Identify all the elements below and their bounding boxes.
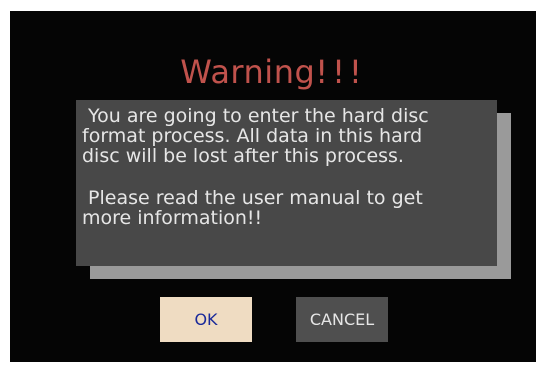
format-warning-message: You are going to enter the hard disc for… [82,105,429,167]
warning-screen: Warning!!! You are going to enter the ha… [10,11,536,362]
ok-button[interactable]: OK [160,297,252,342]
warning-title-text: Warning [180,53,316,91]
warning-title: Warning!!! [10,53,536,91]
warning-title-emphasis: !!! [315,53,366,91]
cancel-button-label: CANCEL [309,310,375,329]
message-panel: You are going to enter the hard disc for… [76,100,497,266]
cancel-button[interactable]: CANCEL [296,297,388,342]
manual-hint-message: Please read the user manual to get more … [82,187,423,229]
ok-button-label: OK [194,310,218,329]
